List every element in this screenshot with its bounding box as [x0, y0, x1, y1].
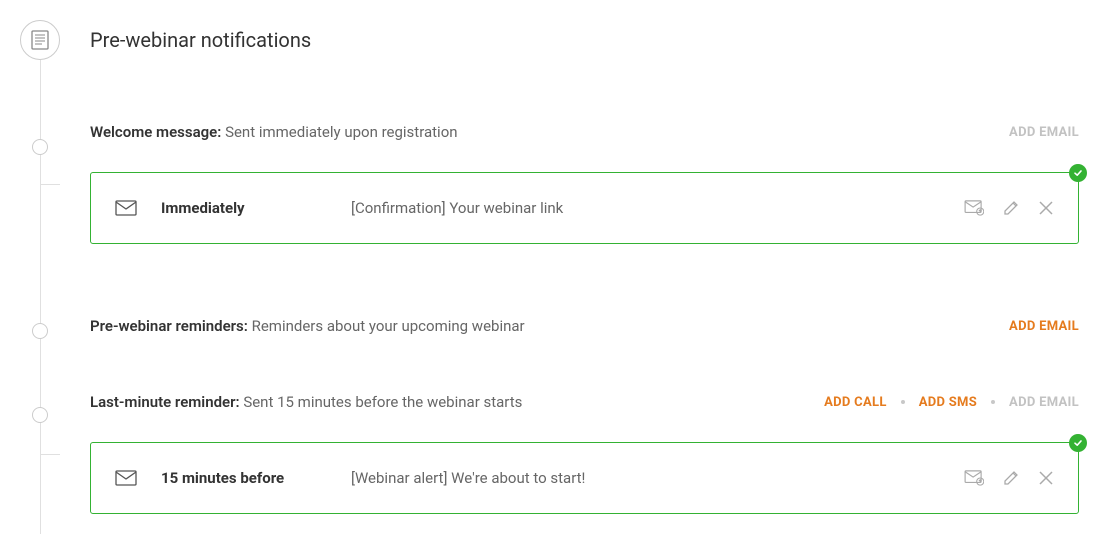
card-subject: [Webinar alert] We're about to start! [351, 469, 964, 487]
card-tools [964, 199, 1054, 217]
add-call-button[interactable]: ADD CALL [824, 395, 887, 410]
envelope-icon [115, 200, 137, 216]
check-icon [1073, 168, 1083, 178]
timeline-node [32, 139, 48, 155]
section-desc: Sent immediately upon registration [225, 123, 458, 141]
envelope-icon [115, 470, 137, 486]
close-icon [1038, 470, 1054, 486]
delete-button[interactable] [1038, 470, 1054, 486]
timeline-main-node [20, 20, 60, 60]
close-icon [1038, 200, 1054, 216]
document-icon [31, 30, 49, 50]
separator-dot [991, 400, 995, 404]
mail-send-icon [964, 200, 984, 216]
section-title: Pre-webinar reminders: Reminders about y… [90, 317, 525, 335]
section-desc: Sent 15 minutes before the webinar start… [243, 393, 522, 411]
section-header: Welcome message: Sent immediately upon r… [90, 120, 1079, 144]
section-title: Welcome message: Sent immediately upon r… [90, 123, 458, 141]
timeline-node [32, 323, 48, 339]
pencil-icon [1002, 469, 1020, 487]
mail-send-icon [964, 470, 984, 486]
timeline-branch [40, 454, 60, 455]
section-title: Last-minute reminder: Sent 15 minutes be… [90, 393, 522, 411]
section-lastminute: Last-minute reminder: Sent 15 minutes be… [90, 390, 1079, 514]
card-tools [964, 469, 1054, 487]
add-sms-button[interactable]: ADD SMS [919, 395, 977, 410]
card-timing: 15 minutes before [161, 469, 351, 487]
section-header: Last-minute reminder: Sent 15 minutes be… [90, 390, 1079, 414]
section-reminders: Pre-webinar reminders: Reminders about y… [90, 314, 1079, 338]
timeline-branch [40, 184, 60, 185]
delete-button[interactable] [1038, 200, 1054, 216]
section-desc: Reminders about your upcoming webinar [252, 317, 525, 335]
notification-card: 15 minutes before [Webinar alert] We're … [90, 442, 1079, 514]
card-subject: [Confirmation] Your webinar link [351, 199, 964, 217]
status-badge [1069, 434, 1087, 452]
send-test-button[interactable] [964, 470, 984, 486]
check-icon [1073, 438, 1083, 448]
send-test-button[interactable] [964, 200, 984, 216]
section-welcome: Welcome message: Sent immediately upon r… [90, 120, 1079, 244]
card-timing: Immediately [161, 199, 351, 217]
section-actions: ADD CALL ADD SMS ADD EMAIL [824, 395, 1079, 410]
section-header: Pre-webinar reminders: Reminders about y… [90, 314, 1079, 338]
section-actions: ADD EMAIL [1009, 319, 1079, 334]
separator-dot [901, 400, 905, 404]
edit-button[interactable] [1002, 469, 1020, 487]
edit-button[interactable] [1002, 199, 1020, 217]
status-badge [1069, 164, 1087, 182]
timeline-line [40, 60, 41, 534]
notification-card: Immediately [Confirmation] Your webinar … [90, 172, 1079, 244]
section-label: Pre-webinar reminders: [90, 317, 248, 335]
add-email-button[interactable]: ADD EMAIL [1009, 125, 1079, 140]
section-actions: ADD EMAIL [1009, 125, 1079, 140]
section-label: Welcome message: [90, 123, 221, 141]
add-email-button[interactable]: ADD EMAIL [1009, 319, 1079, 334]
section-label: Last-minute reminder: [90, 393, 240, 411]
page-title: Pre-webinar notifications [90, 20, 1079, 60]
add-email-button[interactable]: ADD EMAIL [1009, 395, 1079, 410]
timeline-node [32, 407, 48, 423]
pencil-icon [1002, 199, 1020, 217]
